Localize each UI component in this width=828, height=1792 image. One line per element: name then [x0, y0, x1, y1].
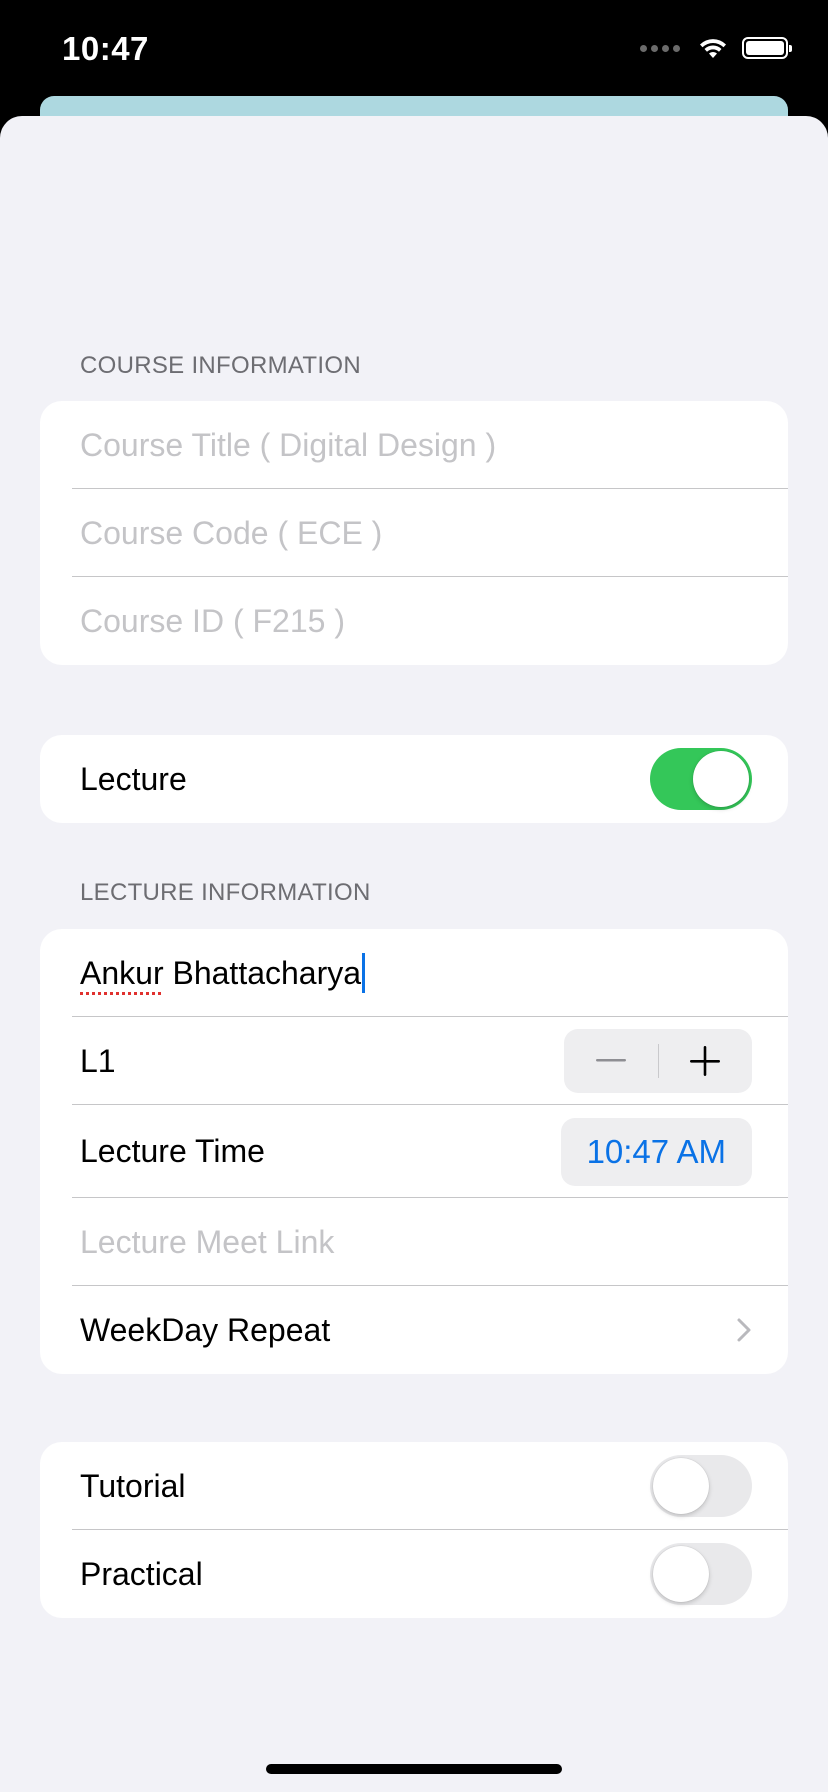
instructor-name-value: Ankur Bhattacharya — [80, 953, 366, 993]
section-label: L1 — [80, 1042, 116, 1079]
cellular-signal-icon — [640, 44, 680, 52]
section-stepper — [564, 1029, 752, 1093]
course-id-placeholder: Course ID ( F215 ) — [80, 602, 345, 639]
tutorial-row: Tutorial — [40, 1442, 788, 1530]
lecture-information-group: Ankur Bhattacharya L1 Lecture Time 10:47… — [40, 929, 788, 1374]
chevron-right-icon — [737, 1318, 751, 1342]
course-code-field[interactable]: Course Code ( ECE ) — [40, 489, 788, 577]
instructor-name-field[interactable]: Ankur Bhattacharya — [40, 929, 788, 1017]
text-cursor — [362, 953, 366, 993]
increment-button[interactable] — [659, 1029, 753, 1093]
toggle-knob — [653, 1458, 709, 1514]
course-information-group: Course Title ( Digital Design ) Course C… — [40, 401, 788, 665]
lecture-toggle[interactable] — [650, 748, 752, 810]
plus-icon — [690, 1046, 721, 1076]
practical-label: Practical — [80, 1555, 203, 1592]
add-course-sheet: COURSE INFORMATION Course Title ( Digita… — [0, 116, 828, 1792]
weekday-repeat-label: WeekDay Repeat — [80, 1311, 331, 1348]
status-time: 10:47 — [62, 30, 149, 67]
misspelled-word: Ankur — [80, 954, 164, 991]
instructor-name-rest: Bhattacharya — [163, 954, 362, 991]
toggle-knob — [653, 1546, 709, 1602]
meet-link-placeholder: Lecture Meet Link — [80, 1223, 335, 1260]
course-title-field[interactable]: Course Title ( Digital Design ) — [40, 401, 788, 489]
course-title-placeholder: Course Title ( Digital Design ) — [80, 426, 497, 463]
tutorial-toggle[interactable] — [650, 1455, 752, 1517]
practical-toggle[interactable] — [650, 1543, 752, 1605]
decrement-button[interactable] — [564, 1029, 658, 1093]
lecture-time-label: Lecture Time — [80, 1133, 265, 1169]
weekday-repeat-row[interactable]: WeekDay Repeat — [40, 1286, 788, 1374]
status-icons — [640, 36, 792, 60]
tutorial-label: Tutorial — [80, 1467, 186, 1504]
course-code-placeholder: Course Code ( ECE ) — [80, 514, 383, 551]
lecture-time-picker[interactable]: 10:47 AM — [560, 1117, 752, 1186]
course-information-header: COURSE INFORMATION — [80, 352, 361, 379]
minus-icon — [595, 1059, 626, 1062]
lecture-toggle-group: Lecture — [40, 735, 788, 823]
battery-icon — [742, 37, 792, 59]
lecture-row: Lecture — [40, 735, 788, 823]
other-sessions-group: Tutorial Practical — [40, 1442, 788, 1618]
course-id-field[interactable]: Course ID ( F215 ) — [40, 577, 788, 665]
lecture-meet-link-field[interactable]: Lecture Meet Link — [40, 1198, 788, 1286]
status-bar: 10:47 — [0, 0, 828, 100]
lecture-label: Lecture — [80, 760, 187, 797]
wifi-icon — [700, 39, 726, 58]
toggle-knob — [693, 751, 749, 807]
home-indicator[interactable] — [266, 1764, 562, 1774]
section-row: L1 — [40, 1017, 788, 1105]
practical-row: Practical — [40, 1530, 788, 1618]
lecture-information-header: LECTURE INFORMATION — [80, 879, 371, 906]
lecture-time-row: Lecture Time 10:47 AM — [40, 1105, 788, 1198]
